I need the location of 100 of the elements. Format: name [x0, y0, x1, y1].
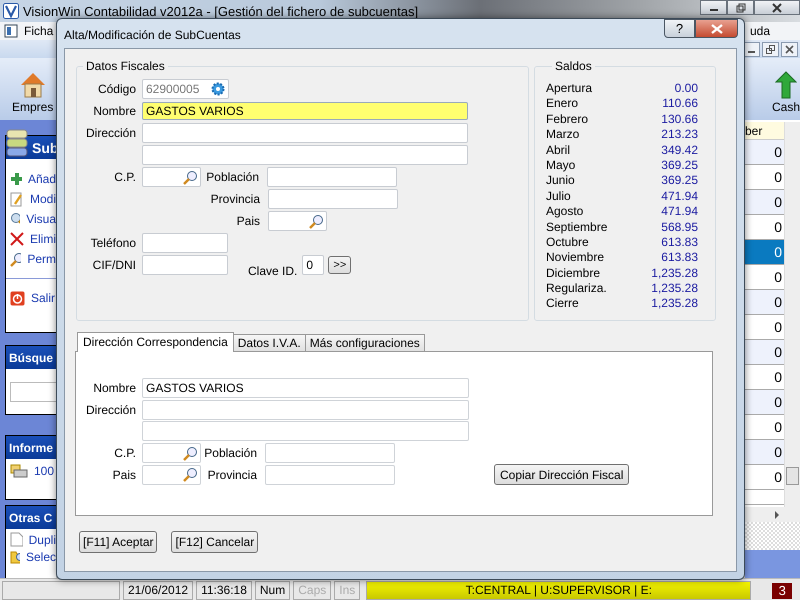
address-field[interactable] — [142, 145, 468, 165]
code-field[interactable]: 62900005 — [142, 79, 229, 99]
address-field[interactable] — [142, 400, 469, 420]
next-button[interactable]: >> — [328, 256, 352, 274]
table-cell[interactable]: 0 — [745, 190, 784, 215]
field-label: Clave ID. — [248, 264, 298, 278]
session-info: T:CENTRAL | U:SUPERVISOR | E: — [366, 581, 752, 600]
sidebar-item[interactable]: 100 — [6, 461, 56, 481]
table-cell[interactable]: 0 — [745, 340, 784, 365]
field-label: Pais — [236, 214, 260, 228]
balance-label: Febrero — [546, 112, 588, 128]
phone-field[interactable] — [142, 233, 228, 253]
field-label: Nombre — [92, 104, 136, 118]
restore-button[interactable] — [727, 0, 754, 15]
database-icon — [6, 128, 28, 158]
address-field[interactable] — [142, 123, 468, 143]
alert-counter: 3 — [772, 582, 792, 598]
table-cell[interactable]: 0 — [745, 390, 784, 415]
name-field[interactable]: GASTOS VARIOS — [142, 102, 468, 120]
balance-label: Octubre — [546, 234, 589, 250]
postal-code-field[interactable] — [142, 167, 201, 187]
table-cell[interactable]: 0 — [745, 440, 784, 465]
balance-label: Regulariza. — [546, 281, 607, 296]
pencil-icon — [10, 192, 24, 206]
sidebar-item[interactable]: Perm — [6, 249, 56, 269]
plus-icon — [10, 172, 22, 186]
toolbar-button[interactable]: Empres — [0, 58, 54, 120]
close-icon — [772, 2, 782, 12]
document-icon — [4, 24, 18, 38]
sidebar-item[interactable]: Modi — [6, 189, 56, 209]
town-field[interactable] — [267, 167, 397, 187]
close-icon — [785, 44, 794, 54]
close-button[interactable] — [695, 19, 738, 38]
tab[interactable]: Datos I.V.A. — [232, 334, 306, 351]
column-header[interactable]: ber — [745, 122, 784, 140]
copy-address-button[interactable]: Copiar Dirección Fiscal — [494, 464, 630, 485]
town-field[interactable] — [265, 443, 395, 463]
folder-search-icon — [10, 549, 20, 564]
page-icon — [10, 532, 23, 547]
tax-id-field[interactable] — [142, 255, 228, 275]
field-label: Población — [205, 170, 259, 184]
field-label: Provincia — [206, 468, 257, 482]
printer-icon — [10, 463, 28, 479]
power-icon — [10, 290, 25, 306]
balance-label: Septiembre — [546, 220, 608, 235]
balance-value: 1,235.28 — [651, 296, 698, 312]
balance-value: 613.83 — [661, 250, 698, 266]
search-field[interactable] — [10, 382, 56, 402]
arrow-icon — [774, 510, 780, 518]
province-field[interactable] — [268, 189, 398, 209]
balance-value: 349.42 — [661, 142, 698, 158]
sidebar-item[interactable]: Selec — [6, 548, 56, 565]
close-button[interactable] — [781, 42, 798, 56]
field-label: Código — [96, 82, 136, 96]
country-field[interactable] — [142, 464, 201, 484]
table-cell[interactable]: 0 — [745, 240, 784, 265]
magnifier-icon — [10, 212, 20, 226]
dialog-button[interactable]: [F12] Cancelar — [171, 531, 258, 553]
field-label: C.P. — [113, 170, 136, 184]
tab[interactable]: Dirección Correspondencia — [77, 332, 234, 352]
name-field[interactable]: GASTOS VARIOS — [142, 378, 469, 398]
balance-value: 471.94 — [661, 204, 698, 220]
panel-title: Informe — [9, 440, 54, 454]
balance-value: 369.25 — [661, 173, 698, 189]
key-indicator: Num — [254, 581, 290, 600]
balance-label: Enero — [546, 96, 578, 112]
restore-icon — [766, 44, 775, 54]
restore-button[interactable] — [762, 42, 779, 56]
close-button[interactable] — [754, 0, 800, 15]
field-label: Teléfono — [90, 236, 136, 250]
help-button[interactable]: ? — [664, 19, 695, 38]
sidebar-item[interactable]: Elimi — [6, 229, 56, 249]
gear-icon — [211, 82, 225, 96]
sidebar-item[interactable]: Añad — [6, 169, 56, 189]
dialog-title: Alta/Modificación de SubCuentas — [64, 28, 241, 42]
balance-label: Julio — [546, 188, 571, 204]
province-field[interactable] — [265, 464, 395, 484]
table-cell[interactable]: 0 — [745, 290, 784, 315]
field-label: C.P. — [113, 446, 136, 460]
dialog-button[interactable]: [F11] Aceptar — [79, 531, 158, 553]
table-cell[interactable]: 0 — [745, 140, 784, 165]
balance-value: 1,235.28 — [651, 281, 698, 296]
sidebar-item[interactable]: Visua — [6, 209, 56, 229]
balance-label: Abril — [546, 142, 570, 158]
country-field[interactable] — [268, 211, 327, 231]
scrollbar[interactable] — [784, 122, 800, 507]
toolbar-button[interactable]: Cash — [772, 58, 800, 120]
tab[interactable]: Más configuraciones — [304, 334, 425, 351]
postal-code-field[interactable] — [142, 443, 201, 463]
key-field[interactable]: 0 — [302, 255, 324, 275]
search-icon — [183, 446, 198, 460]
search-icon — [183, 467, 198, 482]
sidebar-item[interactable]: Dupli — [6, 531, 56, 548]
address-field[interactable] — [142, 421, 469, 441]
menu-item[interactable]: Ficha — [24, 24, 54, 38]
menu-item[interactable]: uda — [750, 24, 770, 38]
field-label: Población — [203, 446, 257, 460]
minimize-button[interactable] — [700, 0, 727, 15]
search-icon — [183, 170, 198, 184]
balance-value: 568.95 — [661, 220, 698, 235]
